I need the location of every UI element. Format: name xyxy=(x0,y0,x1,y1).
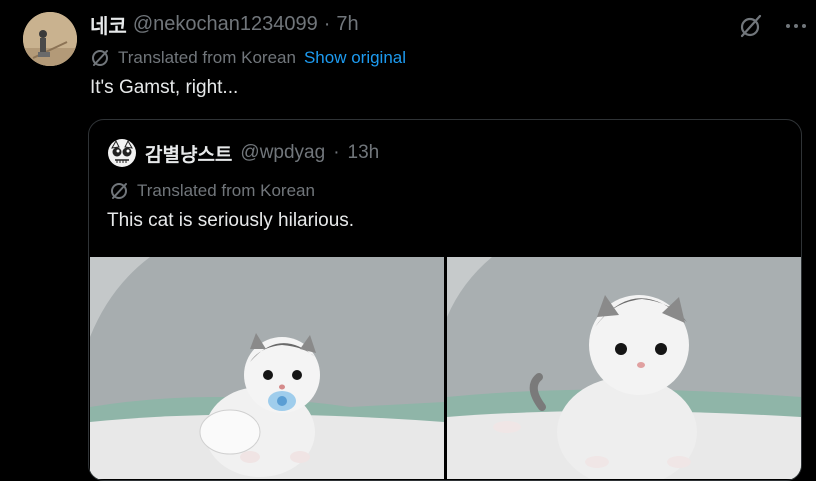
grok-icon[interactable] xyxy=(738,13,764,39)
show-original-link[interactable]: Show original xyxy=(304,48,406,68)
more-options-icon[interactable] xyxy=(782,12,810,40)
avatar[interactable] xyxy=(23,12,77,66)
translate-icon xyxy=(111,183,127,199)
display-name[interactable]: 네코 xyxy=(90,10,127,39)
user-handle[interactable]: @nekochan1234099 xyxy=(133,13,318,36)
avatar-image xyxy=(23,12,77,66)
translate-icon xyxy=(92,50,108,66)
tweet-text: It's Gamst, right... xyxy=(90,77,239,98)
timestamp[interactable]: 7h xyxy=(336,13,358,36)
quote-header: 감별냥스트 @wpdyag · 13h xyxy=(107,138,379,168)
quote-text: This cat is seriously hilarious. xyxy=(107,210,355,231)
quote-avatar[interactable] xyxy=(107,138,137,168)
quote-user-handle[interactable]: @wpdyag xyxy=(240,142,325,164)
quote-translation-notice: Translated from Korean xyxy=(109,180,315,202)
quoted-tweet[interactable]: 감별냥스트 @wpdyag · 13h Translated from Kore… xyxy=(88,119,802,481)
kitten-photo xyxy=(90,257,444,479)
translated-label: Translated from Korean xyxy=(118,48,296,67)
quote-timestamp[interactable]: 13h xyxy=(348,142,380,164)
quote-separator-dot: · xyxy=(333,142,340,163)
media-image-kitten-pacifier[interactable] xyxy=(90,257,444,479)
quote-translated-label: Translated from Korean xyxy=(137,181,315,200)
translation-notice: Translated from Korean Show original xyxy=(90,46,406,70)
kitten-photo xyxy=(447,257,801,479)
separator-dot: · xyxy=(323,12,331,35)
quote-display-name[interactable]: 감별냥스트 xyxy=(145,140,232,167)
media-image-kitten-sitting[interactable] xyxy=(447,257,801,479)
tweet-header: 네코 @nekochan1234099 · 7h xyxy=(90,10,359,39)
